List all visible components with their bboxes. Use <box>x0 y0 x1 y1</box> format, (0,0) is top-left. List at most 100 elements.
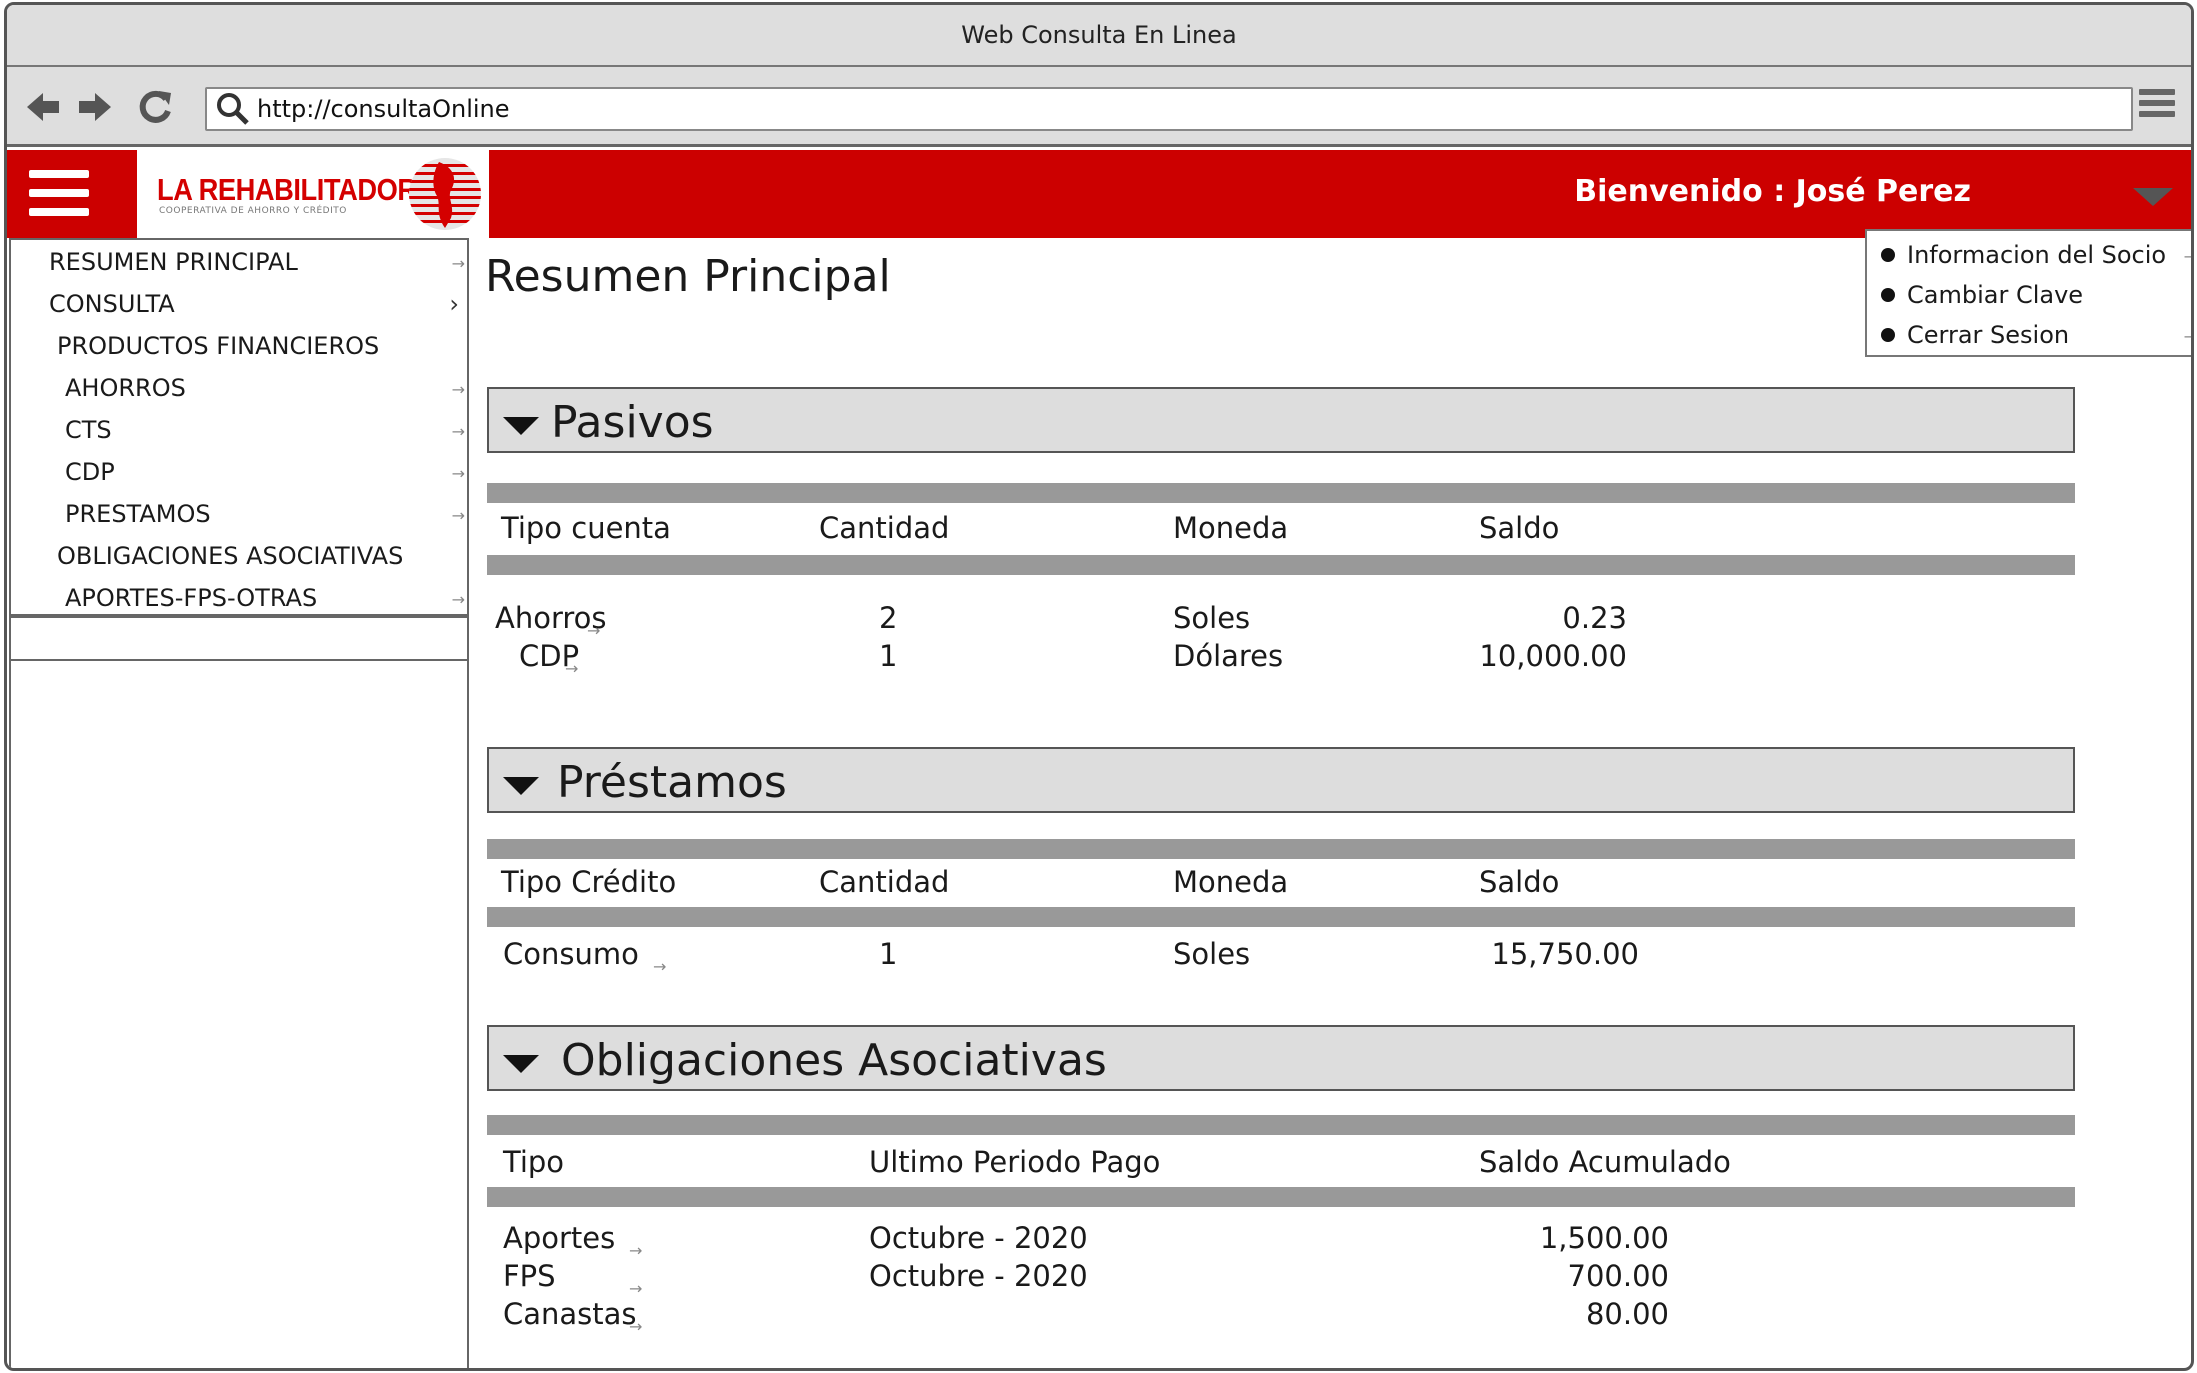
link-arrow-icon: → <box>629 1241 643 1260</box>
row-link-aportes[interactable]: Aportes <box>503 1221 615 1255</box>
table-divider <box>487 839 2075 859</box>
browser-window: Web Consulta En Linea http://consultaOnl… <box>4 2 2194 1371</box>
window-title-bar: Web Consulta En Linea <box>7 5 2191 67</box>
reload-icon[interactable] <box>135 87 175 127</box>
url-input[interactable]: http://consultaOnline <box>205 87 2133 131</box>
table-cell: Octubre - 2020 <box>869 1221 1088 1255</box>
back-arrow-icon[interactable] <box>23 87 63 127</box>
link-arrow-icon: → <box>451 380 465 399</box>
section-header-pasivos[interactable]: Pasivos <box>487 387 2075 453</box>
link-arrow-icon: → <box>2184 247 2191 266</box>
table-cell: 15,750.00 <box>1491 937 1639 971</box>
bullet-icon <box>1881 328 1895 342</box>
sidebar-item-cts[interactable]: CTS → <box>11 410 467 450</box>
browser-menu-icon[interactable] <box>2139 89 2175 125</box>
logo-subtitle: COOPERATIVA DE AHORRO Y CRÉDITO <box>159 206 347 216</box>
table-cell: 1 <box>879 937 898 971</box>
table-cell: Soles <box>1173 937 1251 971</box>
sidebar-item-label: CTS <box>65 416 112 444</box>
column-header: Saldo Acumulado <box>1479 1145 1731 1179</box>
sidebar-item-aportes-fps-otras[interactable]: APORTES-FPS-OTRAS → <box>11 578 467 618</box>
bullet-icon <box>1881 288 1895 302</box>
table-divider <box>487 1115 2075 1135</box>
user-menu-item-info-socio[interactable]: Informacion del Socio → <box>1867 235 2191 275</box>
section-title: Pasivos <box>551 397 714 448</box>
section-header-prestamos[interactable]: Préstamos <box>487 747 2075 813</box>
sidebar-item-label: AHORROS <box>65 374 186 402</box>
link-arrow-icon: → <box>565 659 579 678</box>
table-divider <box>487 555 2075 575</box>
link-arrow-icon: → <box>629 1279 643 1298</box>
table-cell: 10,000.00 <box>1479 639 1627 673</box>
column-header: Tipo <box>503 1145 565 1179</box>
row-link-consumo[interactable]: Consumo <box>503 937 639 971</box>
bullet-icon <box>1881 248 1895 262</box>
section-title: Obligaciones Asociativas <box>561 1035 1107 1086</box>
sidebar-menu: RESUMEN PRINCIPAL → CONSULTA › PRODUCTOS… <box>9 238 469 618</box>
table-cell: Octubre - 2020 <box>869 1259 1088 1293</box>
welcome-text: Bienvenido : José Perez <box>1574 174 1971 209</box>
forward-arrow-icon[interactable] <box>75 87 115 127</box>
column-header: Cantidad <box>819 511 950 545</box>
column-header: Moneda <box>1173 511 1289 545</box>
section-header-obligaciones[interactable]: Obligaciones Asociativas <box>487 1025 2075 1091</box>
sidebar-item-label: OBLIGACIONES ASOCIATIVAS <box>57 542 404 570</box>
table-divider <box>487 1187 2075 1207</box>
sidebar-item-label: CONSULTA <box>49 290 175 318</box>
link-arrow-icon: → <box>629 1317 643 1336</box>
sidebar-item-cdp[interactable]: CDP → <box>11 452 467 492</box>
link-arrow-icon: → <box>587 621 601 640</box>
user-menu-item-cambiar-clave[interactable]: Cambiar Clave <box>1867 275 2191 315</box>
url-text: http://consultaOnline <box>257 95 510 123</box>
table-cell: 1,500.00 <box>1539 1221 1669 1255</box>
table-divider <box>487 907 2075 927</box>
sidebar-blank-panel <box>9 659 469 1368</box>
user-menu-caret-icon[interactable] <box>2133 188 2173 206</box>
sidebar-item-prestamos[interactable]: PRESTAMOS → <box>11 494 467 534</box>
user-menu-item-label: Cambiar Clave <box>1907 281 2084 309</box>
sidebar-item-consulta[interactable]: CONSULTA › <box>11 284 467 324</box>
column-header: Tipo cuenta <box>501 511 671 545</box>
hamburger-menu-icon[interactable] <box>29 170 89 220</box>
user-dropdown-menu: Informacion del Socio → Cambiar Clave Ce… <box>1865 229 2191 357</box>
link-arrow-icon: → <box>451 464 465 483</box>
row-link-canastas[interactable]: Canastas <box>503 1297 637 1331</box>
column-header: Saldo <box>1479 865 1560 899</box>
link-arrow-icon: → <box>451 590 465 609</box>
table-cell: Dólares <box>1173 639 1284 673</box>
sidebar-item-label: PRODUCTOS FINANCIEROS <box>57 332 380 360</box>
table-divider <box>487 483 2075 503</box>
sidebar-item-resumen-principal[interactable]: RESUMEN PRINCIPAL → <box>11 242 467 282</box>
sidebar-item-obligaciones-asociativas[interactable]: OBLIGACIONES ASOCIATIVAS <box>11 536 467 576</box>
column-header: Tipo Crédito <box>501 865 677 899</box>
logo-globe-icon <box>409 158 481 230</box>
column-header: Moneda <box>1173 865 1289 899</box>
table-cell: 1 <box>879 639 898 673</box>
collapse-triangle-icon <box>503 417 539 435</box>
chevron-right-icon: › <box>449 290 459 318</box>
section-title: Préstamos <box>557 757 787 808</box>
link-arrow-icon: → <box>653 957 667 976</box>
window-title: Web Consulta En Linea <box>961 21 1237 49</box>
collapse-triangle-icon <box>503 1055 539 1073</box>
logo: LA REHABILITADORA COOPERATIVA DE AHORRO … <box>137 150 489 238</box>
user-menu-item-cerrar-sesion[interactable]: Cerrar Sesion → <box>1867 315 2191 355</box>
sidebar-item-productos-financieros[interactable]: PRODUCTOS FINANCIEROS <box>11 326 467 366</box>
user-menu-item-label: Informacion del Socio <box>1907 241 2167 269</box>
logo-title: LA REHABILITADORA <box>157 172 436 207</box>
row-link-fps[interactable]: FPS <box>503 1259 556 1293</box>
sidebar-item-ahorros[interactable]: AHORROS → <box>11 368 467 408</box>
table-cell: 80.00 <box>1585 1297 1669 1331</box>
page-title: Resumen Principal <box>485 251 891 302</box>
column-header: Saldo <box>1479 511 1560 545</box>
link-arrow-icon: → <box>451 422 465 441</box>
sidebar-item-label: CDP <box>65 458 115 486</box>
user-menu-item-label: Cerrar Sesion <box>1907 321 2070 349</box>
table-cell: 2 <box>879 601 898 635</box>
link-arrow-icon: → <box>2184 327 2191 346</box>
table-cell: Soles <box>1173 601 1251 635</box>
sidebar-item-label: APORTES-FPS-OTRAS <box>65 584 318 612</box>
table-cell: 0.23 <box>1562 601 1627 635</box>
column-header: Cantidad <box>819 865 950 899</box>
app-header: LA REHABILITADORA COOPERATIVA DE AHORRO … <box>7 150 2191 238</box>
